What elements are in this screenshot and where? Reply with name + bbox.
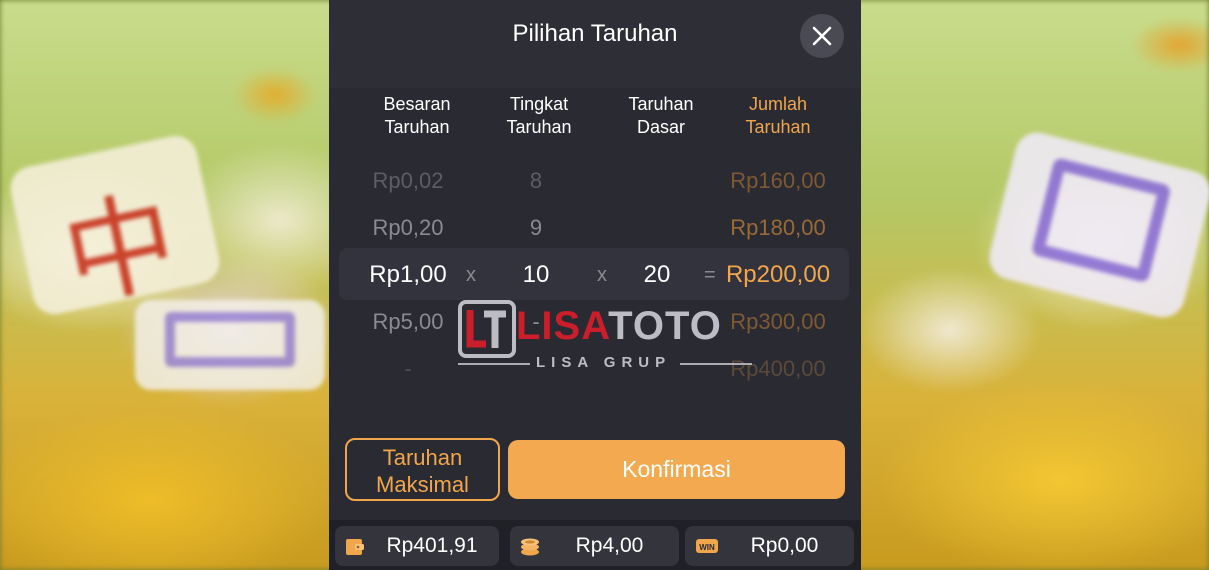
close-button[interactable] xyxy=(800,14,844,58)
bet-level-value: 9 xyxy=(529,215,543,240)
total-bet-value: Rp180,00 xyxy=(730,215,826,240)
balance-value: Rp401,91 xyxy=(386,534,478,557)
multiply-sign: x xyxy=(466,264,476,286)
bet-size-value: Rp0,02 xyxy=(372,168,444,193)
divider xyxy=(458,363,530,365)
column-header-bet-size: Besaran Taruhan xyxy=(383,94,451,137)
bet-size-value: - xyxy=(404,356,412,381)
divider xyxy=(680,363,752,365)
close-icon xyxy=(812,26,832,46)
equals-sign: = xyxy=(704,264,716,286)
status-bar: Rp401,91 Rp4,00 WIN Rp0,00 xyxy=(329,520,861,570)
picker-row-selected[interactable]: Rp1,00 x 10 x 20 = Rp200,00 xyxy=(329,252,861,298)
column-header-total-bet: Jumlah Taruhan xyxy=(745,94,811,137)
picker-row[interactable]: Rp0,20 9 Rp180,00 xyxy=(329,205,861,251)
lt-monogram-icon xyxy=(458,300,516,358)
column-header-base-bet: Taruhan Dasar xyxy=(628,94,694,137)
total-bet-value: Rp160,00 xyxy=(730,168,826,193)
bet-level-value: 10 xyxy=(522,261,550,288)
bet-size-value: Rp5,00 xyxy=(372,309,444,334)
base-bet-value: 20 xyxy=(643,261,671,288)
bet-size-value: Rp0,20 xyxy=(372,215,444,240)
brand-tagline: LISA GRUP xyxy=(536,354,672,371)
max-bet-button[interactable]: Taruhan Maksimal xyxy=(345,438,500,501)
dialog-title: Pilihan Taruhan xyxy=(512,20,678,47)
column-header-bet-level: Tingkat Taruhan xyxy=(506,94,572,137)
bet-display: Rp4,00 xyxy=(510,526,679,566)
win-value: Rp0,00 xyxy=(750,534,819,557)
bet-options-dialog: Pilihan Taruhan Besaran Taruhan Tingkat … xyxy=(329,0,861,570)
coin-stack-icon xyxy=(521,538,539,556)
bet-level-value: 8 xyxy=(529,168,543,193)
balance-display: Rp401,91 xyxy=(335,526,499,566)
bet-value: Rp4,00 xyxy=(575,534,644,557)
win-display: WIN Rp0,00 xyxy=(685,526,854,566)
bet-size-value: Rp1,00 xyxy=(369,261,447,288)
svg-text:WIN: WIN xyxy=(699,543,715,552)
mahjong-tile-purple xyxy=(135,300,325,390)
confirm-button[interactable]: Konfirmasi xyxy=(508,440,845,499)
dialog-header: Pilihan Taruhan xyxy=(329,0,861,88)
brand-name: LISATOTO xyxy=(516,304,722,348)
wallet-icon xyxy=(346,539,364,555)
picker-row[interactable]: Rp0,02 8 Rp160,00 xyxy=(329,158,861,204)
lisatoto-watermark-logo: LISATOTO LISA GRUP xyxy=(458,298,758,378)
total-bet-value: Rp200,00 xyxy=(725,261,831,288)
